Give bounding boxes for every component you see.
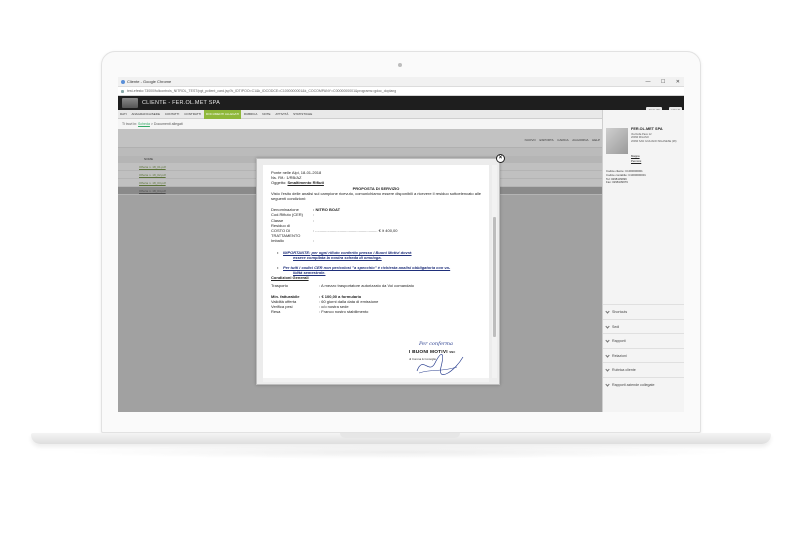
company-codes: Codice cliente: C1000000001 Codice conta… [606, 169, 646, 185]
doc-field: COSTO DI TRATTAMENTO : ..................… [271, 228, 481, 238]
breadcrumb-current: Documenti allegati [153, 122, 183, 126]
window-title: Cliente - Google Chrome [127, 79, 172, 84]
address-line: 20090 SAN GIULIANO MILANESE (MI) [631, 139, 677, 143]
menu-item-contatti[interactable]: CONTATTI [163, 110, 182, 119]
sidebar-section-aziende-collegate[interactable]: Rapporti aziende collegate [603, 377, 684, 391]
doc-subject-label: Oggetto: [271, 180, 287, 186]
handwritten-signature [416, 354, 464, 375]
company-card: FER.OL.MET SPA Via Della Pace 12 20090 M… [606, 124, 682, 170]
company-photo [606, 128, 628, 154]
window-controls: — ☐ ✕ [637, 77, 680, 87]
menu-item-attivita[interactable]: ATTIVITÀ [273, 110, 290, 119]
horizontal-scrollbar[interactable] [263, 378, 489, 382]
doc-term-label: Resa [271, 309, 281, 315]
breadcrumb-prefix: Ti trovi in: [122, 122, 138, 126]
doc-note-subtext: lidità semestrale. [293, 270, 326, 276]
app-header: CLIENTE - FER.OL.MET SPA CHIUDI HELP [118, 96, 684, 115]
doc-term-value: : Franco nostro stabilimento [319, 309, 369, 315]
doc-term: Resa : Franco nostro stabilimento [271, 309, 481, 314]
laptop-notch [340, 433, 460, 438]
doc-transport-label: Trasporto [271, 282, 288, 288]
breadcrumb: Ti trovi in: Scheda > Documenti allegati [118, 119, 602, 129]
close-window-button[interactable]: ✕ [676, 79, 680, 85]
doc-transport-value: : A mezzo trasportatore autorizzato da V… [319, 282, 414, 288]
menu-item-statistiche[interactable]: STATISTICHE [291, 110, 314, 119]
map-link[interactable]: Mappa [631, 154, 640, 158]
doc-field-label: COSTO DI TRATTAMENTO [271, 228, 301, 239]
laptop-shadow [60, 445, 740, 459]
menu-item-rubrica[interactable]: RUBRICA [242, 110, 260, 119]
client-logo [122, 98, 138, 108]
menu-item-documenti-allegati[interactable]: DOCUMENTI ALLEGATI [204, 110, 241, 119]
doc-note-subtext: essere compilata la nostra scheda di omo… [293, 254, 382, 260]
menu-bar: DATI ANAGRAFICA/SEDE CONTATTI CONTRATTI … [118, 110, 602, 119]
camera-dot [398, 63, 402, 67]
doc-note-cer: Per tutti i codici CER non pericolosi "a… [271, 265, 481, 275]
doc-field-value: : ......................................… [313, 228, 398, 234]
menu-item-dati[interactable]: DATI [118, 110, 129, 119]
doc-note-label: IMPORTANTE: [283, 249, 311, 255]
sidebar-section-sedi[interactable]: Sedi [603, 319, 684, 333]
doc-field-value: : [313, 217, 315, 223]
sidebar-section-shortcuts[interactable]: Shortcuts [603, 304, 684, 318]
breadcrumb-link-scheda[interactable]: Scheda [138, 122, 150, 126]
sidebar-section-rapporti[interactable]: Rapporti [603, 333, 684, 347]
close-icon[interactable]: × [496, 154, 505, 163]
doc-fields: Denominazione: NITRO BOAT Cod.Rifiuto (C… [271, 207, 481, 243]
doc-field-value: : [313, 238, 315, 244]
company-name: FER.OL.MET SPA [631, 127, 663, 131]
address-bar[interactable]: test-efesto:73000/fullcontrols_NITROL_TE… [118, 87, 684, 96]
lock-icon [121, 90, 124, 93]
doc-transport: Trasporto : A mezzo trasportatore autori… [271, 283, 481, 288]
url-text[interactable]: test-efesto:73000/fullcontrols_NITROL_TE… [127, 89, 396, 93]
minimize-button[interactable]: — [646, 79, 651, 85]
doc-subject-value: Smaltimento Rifiuti [287, 180, 324, 186]
fax-number[interactable]: Fax: 0298139979 [606, 181, 646, 185]
doc-field-value: : NITRO BOAT [313, 207, 341, 213]
sidebar-section-relazioni[interactable]: Relazioni [603, 348, 684, 362]
doc-intro: Visto l'esito delle analisi sul campione… [271, 190, 481, 202]
sidebar-section-rubrica[interactable]: Rubrica cliente [603, 362, 684, 376]
signature-stamp: Per conferma I BUONI MOTIVI SNC di Coron… [409, 341, 477, 377]
scrollbar-thumb[interactable] [493, 217, 496, 337]
menu-item-contratti[interactable]: CONTRATTI [182, 110, 203, 119]
menu-item-note[interactable]: NOTE [260, 110, 272, 119]
doc-notes: IMPORTANTE: per ogni rifiuto conferito p… [271, 250, 481, 276]
window-titlebar: Cliente - Google Chrome — ☐ ✕ [118, 77, 684, 87]
header-buttons: CHIUDI HELP [644, 99, 682, 115]
menu-item-anagrafica[interactable]: ANAGRAFICA/SEDE [129, 110, 162, 119]
vertical-scrollbar[interactable] [492, 165, 497, 378]
document-page: Ponte nelle Alpi, 18-01-2018 Ns. Rif.: 1… [263, 165, 489, 378]
right-sidebar: FER.OL.MET SPA Via Della Pace 12 20090 M… [602, 110, 684, 412]
doc-terms: Min. fatturabile: € 100,00 a formulario … [271, 294, 481, 315]
doc-note-text: per ogni rifiuto conferito presso i Buon… [311, 249, 412, 255]
document-content: Ponte nelle Alpi, 18-01-2018 Ns. Rif.: 1… [271, 170, 481, 315]
doc-field-label: Imballo [271, 238, 284, 244]
route-link[interactable]: Percorsi [631, 159, 641, 163]
chrome-icon [121, 80, 125, 84]
doc-conditions-title: Condizioni Generali [271, 275, 309, 281]
company-address: Via Della Pace 12 20090 MILANO 20090 SAN… [631, 133, 677, 143]
app-title: CLIENTE - FER.OL.MET SPA [142, 100, 220, 106]
doc-note-important: IMPORTANTE: per ogni rifiuto conferito p… [271, 250, 481, 260]
doc-field: Imballo: [271, 238, 481, 243]
document-preview-modal: Ponte nelle Alpi, 18-01-2018 Ns. Rif.: 1… [256, 158, 500, 385]
breadcrumb-separator: > [150, 122, 153, 126]
maximize-button[interactable]: ☐ [661, 79, 665, 85]
